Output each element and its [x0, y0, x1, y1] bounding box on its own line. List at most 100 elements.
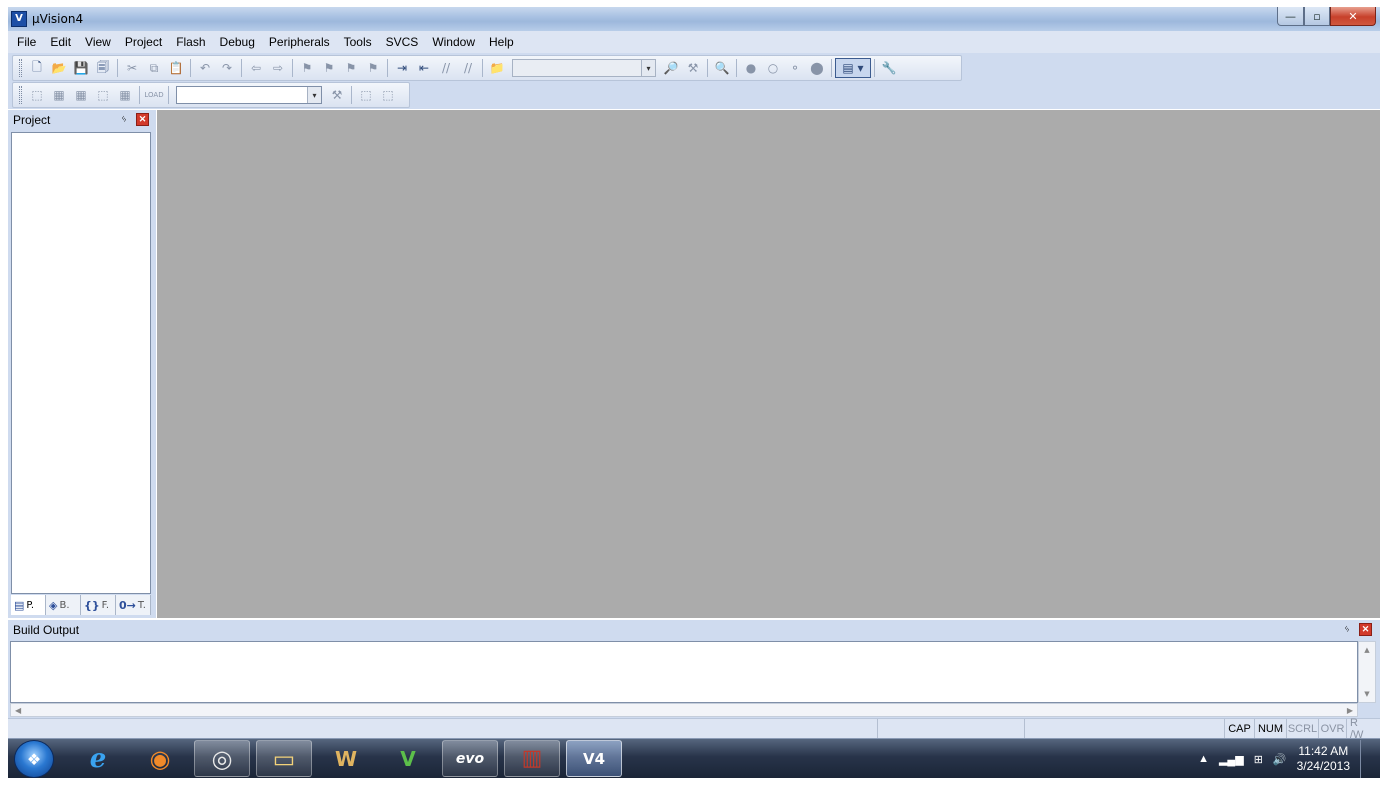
breakpoint-kill-all-icon[interactable]: ⬤ [806, 58, 828, 78]
close-icon[interactable]: ✕ [136, 113, 149, 126]
toolbar-grip[interactable] [19, 86, 22, 104]
close-icon[interactable]: ✕ [1359, 623, 1372, 636]
new-file-icon[interactable]: 🗋 [26, 58, 48, 78]
indent-icon[interactable]: ⇥ [391, 58, 413, 78]
chevron-down-icon[interactable]: ▾ [307, 87, 321, 103]
start-button[interactable]: ❖ [14, 740, 54, 778]
file-explorer-icon[interactable]: ▭ [256, 740, 312, 777]
show-hidden-icons-icon[interactable]: ▲ [1198, 753, 1209, 765]
scroll-down-icon[interactable]: ▼ [1364, 690, 1369, 698]
editor-workspace[interactable] [157, 110, 1380, 618]
tab-templates[interactable]: 0→ T. [116, 595, 151, 615]
incremental-find-icon[interactable]: 🔍 [711, 58, 733, 78]
cut-icon[interactable]: ✂ [121, 58, 143, 78]
maximize-button[interactable]: ▫ [1304, 7, 1330, 26]
open-file-icon[interactable]: 📂 [48, 58, 70, 78]
menu-tools[interactable]: Tools [337, 31, 379, 53]
build-output-header: Build Output ᛃ ✕ [8, 620, 1380, 640]
close-button[interactable]: ✕ [1330, 7, 1376, 26]
signal-icon[interactable]: ▂▄▆ [1219, 753, 1244, 766]
insert-bookmark-icon[interactable]: ⚑ [296, 58, 318, 78]
uncomment-icon[interactable]: // [457, 58, 479, 78]
scroll-up-icon[interactable]: ▲ [1364, 646, 1369, 654]
stop-build-icon[interactable]: ▦ [114, 85, 136, 105]
next-bookmark-icon[interactable]: ⚑ [340, 58, 362, 78]
paste-icon[interactable]: 📋 [165, 58, 187, 78]
scroll-right-icon[interactable]: ▶ [1347, 706, 1353, 715]
navigate-back-icon[interactable]: ⇦ [245, 58, 267, 78]
internet-explorer-icon[interactable]: e [70, 740, 126, 777]
breakpoint-disable-all-icon[interactable]: ⚬ [784, 58, 806, 78]
uvision-app-icon[interactable]: V [11, 11, 27, 27]
build-output-text[interactable] [10, 641, 1358, 703]
pin-icon[interactable]: ᛃ [1344, 624, 1350, 635]
breakpoint-insert-icon[interactable]: ● [740, 58, 762, 78]
menu-file[interactable]: File [10, 31, 43, 53]
configure-icon[interactable]: 🔧 [878, 58, 900, 78]
breakpoint-enable-icon[interactable]: ○ [762, 58, 784, 78]
status-pane [878, 719, 1025, 738]
project-panel-title: Project [13, 113, 51, 127]
batch-build-icon[interactable]: ⬚ [92, 85, 114, 105]
winrar-icon[interactable]: ▥ [504, 740, 560, 777]
translate-icon[interactable]: ⬚ [26, 85, 48, 105]
status-bar: CAP NUM SCRL OVR R /W [8, 716, 1380, 741]
navigate-forward-icon[interactable]: ⇨ [267, 58, 289, 78]
build-icon[interactable]: ▦ [48, 85, 70, 105]
clock[interactable]: 11:42 AM 3/24/2013 [1297, 744, 1350, 774]
volume-icon[interactable]: 🔊 [1273, 753, 1287, 766]
save-icon[interactable]: 💾 [70, 58, 92, 78]
target-options-icon[interactable]: ⚒ [326, 85, 348, 105]
target-select[interactable]: ▾ [176, 86, 322, 104]
menu-window[interactable]: Window [425, 31, 482, 53]
vertical-scrollbar[interactable]: ▲ ▼ [1358, 641, 1376, 703]
manage-components-icon[interactable]: ⬚ [355, 85, 377, 105]
unindent-icon[interactable]: ⇤ [413, 58, 435, 78]
redo-icon[interactable]: ↷ [216, 58, 238, 78]
download-icon[interactable]: LOAD [143, 85, 165, 105]
tab-functions[interactable]: {} F. [81, 595, 116, 615]
menu-flash[interactable]: Flash [169, 31, 212, 53]
menu-view[interactable]: View [78, 31, 118, 53]
horizontal-scrollbar[interactable]: ◀ ▶ [10, 703, 1358, 717]
word-icon[interactable]: W [318, 740, 374, 777]
minimize-button[interactable]: — [1277, 7, 1304, 26]
menu-edit[interactable]: Edit [43, 31, 78, 53]
chrome-icon[interactable]: ◎ [194, 740, 250, 777]
tab-books[interactable]: ◈ B. [46, 595, 81, 615]
find-in-files-icon[interactable]: 📁 [486, 58, 508, 78]
copy-icon[interactable]: ⧉ [143, 58, 165, 78]
toolbar-separator [117, 59, 118, 77]
pin-icon[interactable]: ᛃ [121, 114, 127, 125]
vim-icon[interactable]: V [380, 740, 436, 777]
clear-bookmarks-icon[interactable]: ⚑ [362, 58, 384, 78]
menu-svcs[interactable]: SVCS [379, 31, 426, 53]
menu-help[interactable]: Help [482, 31, 521, 53]
uvision-taskbar-icon[interactable]: V4 [566, 740, 622, 777]
menu-project[interactable]: Project [118, 31, 169, 53]
firefox-icon[interactable]: ◉ [132, 740, 188, 777]
build-output-panel: Build Output ᛃ ✕ ▲ ▼ ◀ ▶ [8, 620, 1380, 718]
find-combo[interactable]: ▾ [512, 59, 656, 77]
menu-debug[interactable]: Debug [213, 31, 262, 53]
rebuild-icon[interactable]: ▦ [70, 85, 92, 105]
find-icon[interactable]: 🔎 [660, 58, 682, 78]
project-tree[interactable] [11, 132, 151, 594]
comment-icon[interactable]: // [435, 58, 457, 78]
chevron-down-icon[interactable]: ▾ [641, 60, 655, 76]
show-desktop-button[interactable] [1360, 740, 1374, 778]
previous-bookmark-icon[interactable]: ⚑ [318, 58, 340, 78]
find-options-icon[interactable]: ⚒ [682, 58, 704, 78]
toolbar-grip[interactable] [19, 59, 22, 77]
evo-icon[interactable]: evo [442, 740, 498, 777]
title-bar[interactable]: V µVision4 — ▫ ✕ [8, 7, 1380, 31]
status-rw: R /W [1350, 716, 1364, 741]
scroll-left-icon[interactable]: ◀ [15, 706, 21, 715]
save-all-icon[interactable]: 🗐 [92, 58, 114, 78]
network-icon[interactable]: ⊞ [1254, 753, 1263, 766]
undo-icon[interactable]: ↶ [194, 58, 216, 78]
manage-project-items-icon[interactable]: ⬚ [377, 85, 399, 105]
menu-peripherals[interactable]: Peripherals [262, 31, 337, 53]
window-select-icon[interactable]: ▤ ▾ [835, 58, 871, 78]
tab-project[interactable]: ▤ P. [11, 595, 46, 615]
